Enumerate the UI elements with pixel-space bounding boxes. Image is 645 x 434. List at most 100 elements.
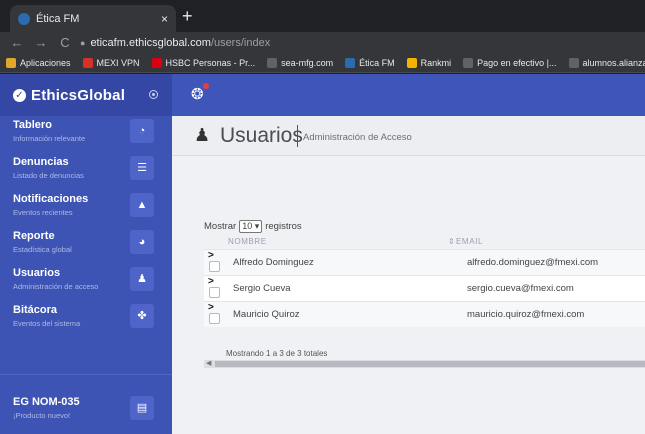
bookmark-item[interactable]: alumnos.alianzafran...	[568, 57, 645, 68]
bookmark-label: HSBC Personas - Pr...	[165, 57, 256, 68]
column-header-name[interactable]: NOMBRE	[228, 237, 267, 246]
column-header-email[interactable]: EMAIL	[456, 237, 483, 246]
tab-title: Ética FM	[36, 12, 80, 25]
bookmark-item[interactable]: HSBC Personas - Pr...	[151, 57, 256, 68]
address-bar: ← → C ● eticafm.ethicsglobal.com /users/…	[0, 32, 645, 53]
url-field[interactable]: ● eticafm.ethicsglobal.com /users/index	[80, 37, 270, 49]
sidebar-item-subtitle: Información relevante	[13, 134, 86, 143]
tab-close-icon[interactable]: ×	[161, 12, 168, 26]
top-navbar: ❂	[172, 74, 645, 116]
card-icon	[463, 57, 474, 68]
user-email: alfredo.dominguez@fmexi.com	[467, 257, 599, 268]
expand-chevron-icon[interactable]: >	[208, 250, 214, 261]
vpn-icon	[82, 57, 93, 68]
sidebar-item-reporte[interactable]: Reporte Estadística global ◕	[0, 228, 172, 264]
bookmark-label: Aplicaciones	[20, 57, 71, 68]
bookmark-label: Rankmi	[420, 57, 452, 68]
sidebar: ✓ EthicsGlobal Tablero Información releva…	[0, 74, 172, 434]
browser-tab-bar: Ética FM × +	[0, 0, 645, 32]
page-length-select[interactable]: 10 ▾	[239, 220, 263, 233]
title-separator	[297, 125, 298, 147]
scrollbar-thumb[interactable]	[215, 361, 645, 367]
row-checkbox[interactable]	[209, 261, 220, 272]
id-card-icon: ▤	[130, 396, 154, 420]
table-info: Mostrando 1 a 3 de 3 totales	[226, 349, 328, 358]
page-title: Usuarios	[220, 124, 303, 147]
hsbc-icon	[151, 57, 162, 68]
show-suffix: registros	[265, 221, 302, 232]
sidebar-toggle-icon[interactable]	[149, 90, 158, 99]
sidebar-item-tablero[interactable]: Tablero Información relevante ◔	[0, 117, 172, 153]
ethics-logo-icon: ✓	[13, 88, 26, 102]
back-arrow-icon[interactable]: ←	[10, 35, 24, 50]
new-tab-button[interactable]: +	[182, 7, 193, 25]
url-path: /users/index	[210, 36, 271, 49]
scroll-left-icon[interactable]: ◀	[206, 359, 211, 367]
row-checkbox[interactable]	[209, 287, 220, 298]
bookmark-item[interactable]: Ética FM	[345, 57, 395, 68]
sidebar-item-subtitle: Estadística global	[13, 245, 72, 254]
apps-grid-icon	[6, 57, 16, 68]
page-header: ♟ Usuarios Administración de Acceso	[172, 116, 645, 156]
notifications-icon[interactable]: ❂	[191, 85, 204, 103]
sidebar-item-notificaciones[interactable]: Notificaciones Eventos recientes ▲	[0, 191, 172, 227]
bookmark-item[interactable]: MEXI VPN	[82, 57, 140, 68]
table-row[interactable]: > Mauricio Quiroz mauricio.quiroz@fmexi.co…	[204, 301, 645, 327]
bookmark-item[interactable]: Pago en efectivo |...	[463, 57, 557, 68]
rankmi-icon	[406, 57, 417, 68]
user-name: Alfredo Dominguez	[233, 257, 314, 268]
bookmark-label: Pago en efectivo |...	[477, 57, 557, 68]
globe-icon	[267, 57, 278, 68]
bell-icon: ▲	[130, 193, 154, 217]
app: ✓ EthicsGlobal Tablero Información releva…	[0, 74, 645, 434]
bookmarks-bar: Aplicaciones MEXI VPN HSBC Personas - Pr..…	[0, 53, 645, 73]
forward-arrow-icon[interactable]: →	[34, 35, 48, 50]
sidebar-item-subtitle: Eventos del sistema	[13, 319, 81, 328]
sidebar-item-eg-nom-035[interactable]: EG NOM-035 ¡Producto nuevo! ▤	[0, 394, 172, 430]
brand-name: EthicsGlobal	[31, 86, 126, 104]
bookmark-item[interactable]: Rankmi	[406, 57, 452, 68]
users-icon: ♟	[194, 125, 211, 145]
table-row[interactable]: > Alfredo Dominguez alfredo.dominguez@fmex…	[204, 249, 645, 275]
sidebar-item-title: Reporte	[13, 230, 55, 242]
table-row[interactable]: > Sergio Cueva sergio.cueva@fmexi.com	[204, 275, 645, 301]
sidebar-item-subtitle: Administración de acceso	[13, 282, 99, 291]
user-name: Mauricio Quiroz	[233, 309, 300, 320]
browser-tab[interactable]: Ética FM ×	[10, 5, 176, 32]
sort-icon[interactable]: ⇕	[448, 237, 455, 246]
sidebar-item-subtitle: Listado de denuncias	[13, 171, 84, 180]
page-length-control: Mostrar 10 ▾ registros	[204, 220, 302, 233]
sidebar-item-title: Notificaciones	[13, 193, 89, 205]
bookmark-label: MEXI VPN	[96, 57, 140, 68]
sidebar-item-denuncias[interactable]: Denuncias Listado de denuncias ☰	[0, 154, 172, 190]
globe-icon	[568, 57, 579, 68]
expand-chevron-icon[interactable]: >	[208, 302, 214, 313]
sidebar-item-usuarios[interactable]: Usuarios Administración de acceso ♟	[0, 265, 172, 301]
bookmark-label: Ética FM	[359, 57, 395, 68]
show-prefix: Mostrar	[204, 221, 237, 232]
sidebar-item-title: Bitácora	[13, 304, 58, 316]
bookmark-item[interactable]: sea-mfg.com	[267, 57, 334, 68]
sidebar-item-title: Denuncias	[13, 156, 69, 168]
horizontal-scrollbar[interactable]: ◀	[204, 360, 645, 368]
url-host: eticafm.ethicsglobal.com	[90, 36, 211, 49]
sidebar-item-subtitle: ¡Producto nuevo!	[13, 411, 71, 420]
row-checkbox[interactable]	[209, 313, 220, 324]
ethics-icon	[345, 57, 356, 68]
users-icon: ♟	[130, 267, 154, 291]
expand-chevron-icon[interactable]: >	[208, 276, 214, 287]
sidebar-item-bit-cora[interactable]: Bitácora Eventos del sistema ✤	[0, 302, 172, 338]
lock-icon: ●	[80, 37, 86, 48]
bookmark-item[interactable]: Aplicaciones	[6, 57, 71, 68]
bookmark-label: sea-mfg.com	[281, 57, 334, 68]
user-email: sergio.cueva@fmexi.com	[467, 283, 574, 294]
table-header: NOMBRE ⇕ EMAIL	[214, 236, 645, 248]
page-subtitle: Administración de Acceso	[303, 132, 412, 143]
user-email: mauricio.quiroz@fmexi.com	[467, 309, 585, 320]
sidebar-item-title: Tablero	[13, 119, 52, 131]
reload-icon[interactable]: C	[58, 35, 72, 50]
bookmark-label: alumnos.alianzafran...	[582, 57, 645, 68]
users-table-panel: Mostrar 10 ▾ registros NOMBRE ⇕ EMAIL > A…	[172, 156, 645, 434]
sidebar-item-title: EG NOM-035	[13, 396, 80, 408]
user-name: Sergio Cueva	[233, 283, 291, 294]
